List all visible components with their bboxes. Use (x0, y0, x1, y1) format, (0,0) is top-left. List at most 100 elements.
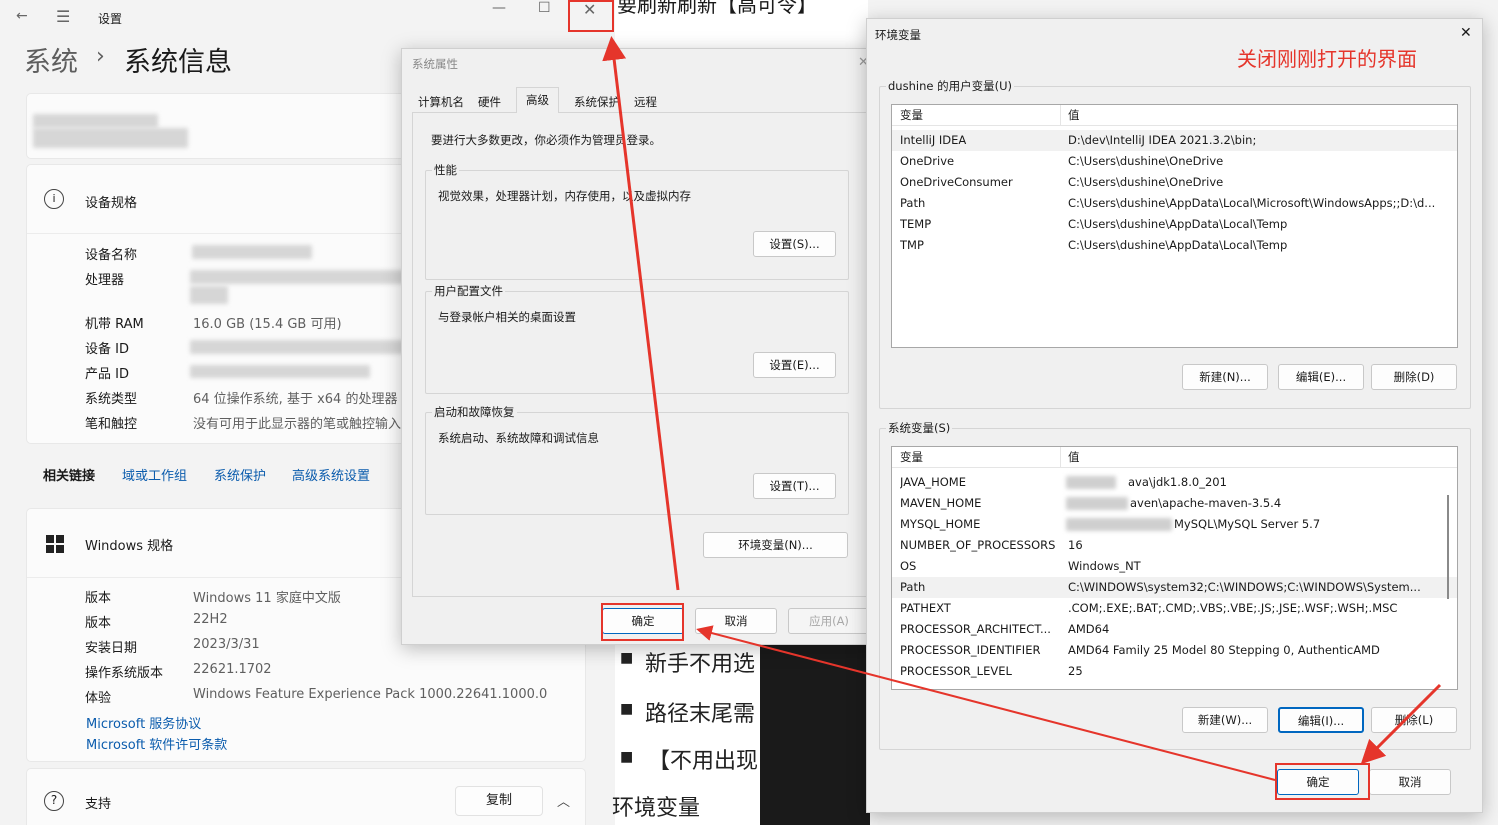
breadcrumb-separator: › (96, 44, 105, 69)
system-edit-button[interactable]: 编辑(I)... (1278, 707, 1364, 733)
tab-computer-name[interactable]: 计算机名 (414, 91, 468, 113)
system-properties-dialog: 系统属性 ✕ 计算机名 硬件 高级 系统保护 远程 要进行大多数更改，你必须作为… (401, 48, 877, 645)
table-row[interactable]: OneDriveConsumer C:\Users\dushine\OneDriv… (892, 172, 1457, 193)
highlight-box-close (568, 0, 614, 32)
back-arrow-icon[interactable]: ← (16, 8, 28, 24)
table-row[interactable]: OneDrive C:\Users\dushine\OneDrive (892, 151, 1457, 172)
win-spec-label: 版本 (85, 616, 112, 631)
profile-settings-button[interactable]: 设置(E)... (753, 352, 836, 378)
spec-label: 设备名称 (85, 248, 138, 263)
table-row[interactable]: TEMP C:\Users\dushine\AppData\Local\Temp (892, 214, 1457, 235)
column-header-value[interactable]: 值 (1060, 447, 1080, 467)
spec-label: 系统类型 (85, 392, 138, 407)
bullet-dot: ■ (620, 701, 634, 717)
performance-group: 性能 视觉效果，处理器计划，内存使用，以及虚拟内存 (425, 162, 849, 280)
doc-top-text: 要刷新刷新【高可令】 (617, 0, 817, 17)
close-icon[interactable]: ✕ (1460, 25, 1472, 41)
table-row[interactable]: NUMBER_OF_PROCESSORS 16 (892, 535, 1457, 556)
device-model-blurred (33, 128, 188, 148)
group-title: 启动和故障恢复 (432, 404, 517, 420)
win-spec-value: 22H2 (193, 612, 228, 627)
device-spec-title: 设备规格 (85, 196, 138, 211)
copy-button[interactable]: 复制 (455, 786, 543, 816)
table-row[interactable]: Path C:\Users\dushine\AppData\Local\Micro… (892, 193, 1457, 214)
link-advanced-system-settings[interactable]: 高级系统设置 (292, 465, 370, 484)
tab-system-protection[interactable]: 系统保护 (570, 91, 624, 113)
related-links-label: 相关链接 (43, 469, 96, 484)
win-spec-label: 版本 (85, 591, 112, 606)
group-title: 性能 (432, 162, 459, 178)
win-spec-label: 体验 (85, 691, 112, 706)
table-row[interactable]: MYSQL_HOME MySQL\MySQL Server 5.7 (892, 514, 1457, 535)
table-row[interactable]: OS Windows_NT (892, 556, 1457, 577)
link-domain-workgroup[interactable]: 域或工作组 (122, 465, 187, 484)
table-row[interactable]: PROCESSOR_IDENTIFIER AMD64 Family 25 Mode… (892, 640, 1457, 661)
spec-label: 笔和触控 (85, 417, 138, 432)
tab-hardware[interactable]: 硬件 (474, 91, 505, 113)
table-row[interactable]: IntelliJ IDEA D:\dev\IntelliJ IDEA 2021.3… (892, 130, 1457, 151)
menu-icon[interactable]: ☰ (56, 7, 70, 26)
user-delete-button[interactable]: 删除(D) (1371, 364, 1457, 390)
column-header-variable[interactable]: 变量 (900, 447, 923, 467)
link-ms-service-agreement[interactable]: Microsoft 服务协议 (86, 713, 201, 732)
processor-value-blurred (190, 270, 405, 284)
column-header-value[interactable]: 值 (1060, 105, 1080, 125)
highlight-box-ok (601, 603, 684, 641)
spec-label: 产品 ID (85, 367, 129, 382)
link-ms-license-terms[interactable]: Microsoft 软件许可条款 (86, 734, 227, 753)
scrollbar-thumb[interactable] (1447, 495, 1449, 599)
table-row[interactable]: MAVEN_HOME aven\apache-maven-3.5.4 (892, 493, 1457, 514)
system-delete-button[interactable]: 删除(L) (1371, 707, 1457, 733)
environment-variables-button[interactable]: 环境变量(N)... (703, 532, 848, 558)
chevron-up-icon[interactable]: ︿ (557, 791, 570, 810)
apply-button[interactable]: 应用(A) (788, 608, 870, 634)
redacted-path (1066, 497, 1128, 510)
system-new-button[interactable]: 新建(W)... (1182, 707, 1268, 733)
tab-advanced[interactable]: 高级 (516, 87, 559, 113)
group-title: 系统变量(S) (886, 420, 953, 436)
product-id-blurred (190, 365, 370, 378)
table-row[interactable]: PATHEXT .COM;.EXE;.BAT;.CMD;.VBS;.VBE;.JS… (892, 598, 1457, 619)
dialog-title: 环境变量 (875, 28, 921, 42)
list-header: 变量 值 (892, 105, 1457, 126)
device-name-value-blurred (192, 245, 312, 259)
maximize-icon[interactable]: ☐ (538, 0, 551, 16)
list-header: 变量 值 (892, 447, 1457, 468)
bullet-dot: ■ (620, 749, 634, 765)
user-edit-button[interactable]: 编辑(E)... (1278, 364, 1364, 390)
system-variables-list[interactable]: 变量 值 JAVA_HOME ava\jdk1.8.0_201 MAVEN_HOM… (891, 446, 1458, 690)
spec-label: 设备 ID (85, 342, 129, 357)
table-row[interactable]: Path C:\WINDOWS\system32;C:\WINDOWS;C:\WI… (892, 577, 1457, 598)
table-row[interactable]: PROCESSOR_ARCHITECT... AMD64 (892, 619, 1457, 640)
user-new-button[interactable]: 新建(N)... (1182, 364, 1268, 390)
page-title: 系统信息 (124, 47, 232, 78)
user-variables-list[interactable]: 变量 值 IntelliJ IDEA D:\dev\IntelliJ IDEA 2… (891, 104, 1458, 348)
group-desc: 视觉效果，处理器计划，内存使用，以及虚拟内存 (438, 189, 691, 203)
redacted-path (1066, 476, 1116, 489)
doc-bottom-text: 环境变量 (612, 796, 701, 821)
minimize-icon[interactable]: — (492, 0, 506, 16)
divider (27, 233, 415, 234)
table-row[interactable]: PROCESSOR_LEVEL 25 (892, 661, 1457, 682)
windows-logo-icon (46, 535, 64, 553)
windows-spec-title: Windows 规格 (85, 539, 174, 554)
group-desc: 系统启动、系统故障和调试信息 (438, 431, 599, 445)
support-card[interactable]: ? 支持 复制 ︿ (26, 768, 586, 825)
spec-value: 没有可用于此显示器的笔或触控输入 (193, 417, 402, 432)
breadcrumb-parent[interactable]: 系统 (24, 40, 78, 79)
env-cancel-button[interactable]: 取消 (1369, 769, 1451, 795)
link-system-protection[interactable]: 系统保护 (214, 465, 266, 484)
device-id-blurred (190, 340, 405, 354)
table-row[interactable]: JAVA_HOME ava\jdk1.8.0_201 (892, 472, 1457, 493)
cancel-button[interactable]: 取消 (695, 608, 777, 634)
column-header-variable[interactable]: 变量 (900, 105, 923, 125)
spec-value: 16.0 GB (15.4 GB 可用) (193, 317, 342, 332)
startup-settings-button[interactable]: 设置(T)... (753, 473, 836, 499)
win-spec-value: Windows 11 家庭中文版 (193, 591, 341, 606)
spec-label: 处理器 (85, 273, 125, 288)
dialog-title: 系统属性 (412, 57, 458, 71)
table-row[interactable]: TMP C:\Users\dushine\AppData\Local\Temp (892, 235, 1457, 256)
tab-remote[interactable]: 远程 (630, 91, 661, 113)
device-name-blurred (33, 114, 158, 128)
performance-settings-button[interactable]: 设置(S)... (753, 231, 836, 257)
